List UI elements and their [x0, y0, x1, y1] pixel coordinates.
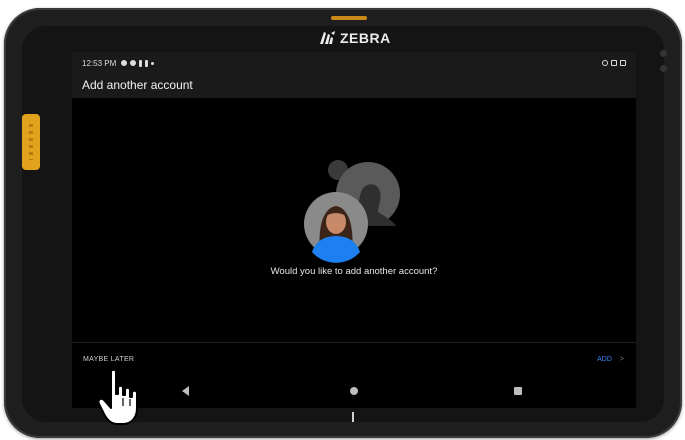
device-screen: 12:53 PM Add another account Would you l…	[72, 52, 636, 408]
recents-square-icon[interactable]	[514, 387, 522, 395]
brand-logo: ZEBRA	[318, 30, 391, 46]
navigation-bar	[72, 378, 636, 408]
back-triangle-icon[interactable]	[182, 386, 189, 396]
brand-name: ZEBRA	[340, 30, 391, 46]
notification-icons	[121, 59, 155, 67]
notification-icon	[130, 60, 137, 66]
battery-icon	[620, 60, 626, 66]
app-bar: Add another account	[72, 74, 636, 98]
add-button[interactable]: ADD >	[597, 356, 624, 363]
zebra-head-icon	[320, 31, 335, 44]
notification-icon	[145, 59, 149, 67]
home-circle-icon[interactable]	[350, 387, 358, 395]
status-bar: 12:53 PM	[72, 52, 636, 74]
maybe-later-button[interactable]: MAYBE LATER	[83, 356, 134, 363]
chevron-right-icon: >	[619, 356, 624, 363]
notification-icon	[121, 60, 128, 66]
accounts-illustration	[304, 160, 400, 263]
side-scan-button[interactable]	[22, 114, 40, 170]
notification-icon	[139, 59, 143, 67]
status-time: 12:53 PM	[82, 58, 117, 68]
sensor-dots	[660, 50, 668, 80]
bottom-connector	[352, 412, 354, 422]
pointer-hand-icon	[97, 368, 138, 425]
add-button-label: ADD	[597, 356, 612, 363]
system-status-icons	[602, 60, 626, 66]
actions-divider	[72, 342, 636, 343]
wifi-icon	[611, 60, 617, 66]
eye-comfort-icon	[602, 60, 608, 66]
page-title: Add another account	[82, 78, 193, 92]
add-account-prompt: Would you like to add another account?	[270, 266, 438, 277]
more-notifications-icon	[151, 61, 155, 65]
top-bumper-accent	[331, 16, 367, 20]
